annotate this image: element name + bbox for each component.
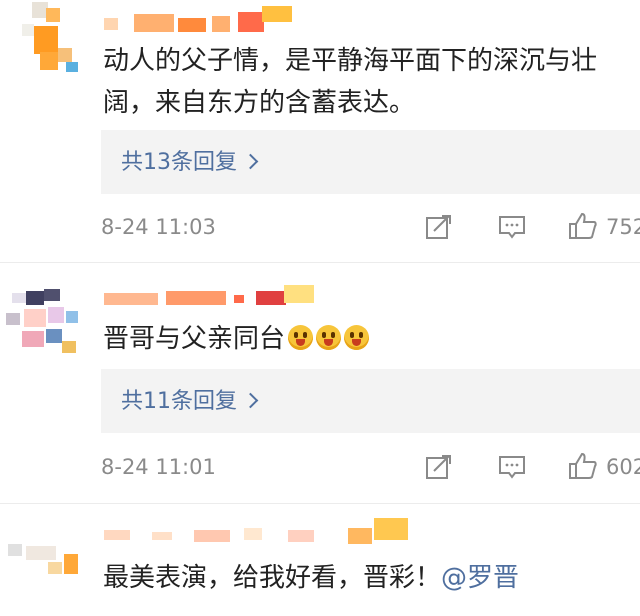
- avatar[interactable]: [8, 2, 84, 78]
- avatar[interactable]: [4, 285, 80, 361]
- replies-box[interactable]: 共13条回复: [101, 130, 640, 194]
- comment-item: 晋哥与父亲同台 共11条回复 8-24 11:01 602: [0, 263, 640, 503]
- like-icon[interactable]: [568, 212, 598, 240]
- comment-text: 最美表演，给我好看，晋彩！@罗晋: [103, 563, 520, 593]
- username[interactable]: [104, 285, 324, 309]
- timestamp: 8-24 11:03: [101, 215, 216, 239]
- comment-text: 晋哥与父亲同台: [103, 318, 634, 360]
- like-count: 602: [606, 455, 640, 479]
- timestamp: 8-24 11:01: [101, 455, 216, 479]
- comment-item: 动人的父子情，是平静海平面下的深沉与壮 阔，来自东方的含蓄表达。 共13条回复 …: [0, 0, 640, 262]
- replies-box[interactable]: 共11条回复: [101, 369, 640, 433]
- view-replies-link[interactable]: 共11条回复: [121, 383, 259, 415]
- username[interactable]: [104, 518, 414, 544]
- username[interactable]: [104, 6, 294, 34]
- comment-icon[interactable]: [498, 454, 526, 480]
- avatar[interactable]: [8, 540, 84, 616]
- chevron-right-icon: [242, 392, 259, 409]
- crying-laughing-emoji-icon: [288, 325, 314, 350]
- forward-icon[interactable]: [425, 214, 453, 240]
- crying-laughing-emoji-icon: [344, 325, 370, 350]
- mention-link[interactable]: @罗晋: [441, 563, 519, 593]
- comment-icon[interactable]: [498, 214, 526, 240]
- crying-laughing-emoji-icon: [316, 325, 342, 350]
- comment-item: 最美表演，给我好看，晋彩！@罗晋: [0, 504, 640, 599]
- view-replies-link[interactable]: 共13条回复: [121, 144, 259, 176]
- chevron-right-icon: [242, 153, 259, 170]
- like-count: 752: [606, 215, 640, 239]
- forward-icon[interactable]: [425, 454, 453, 480]
- like-icon[interactable]: [568, 452, 598, 480]
- comment-text: 动人的父子情，是平静海平面下的深沉与壮 阔，来自东方的含蓄表达。: [103, 46, 598, 118]
